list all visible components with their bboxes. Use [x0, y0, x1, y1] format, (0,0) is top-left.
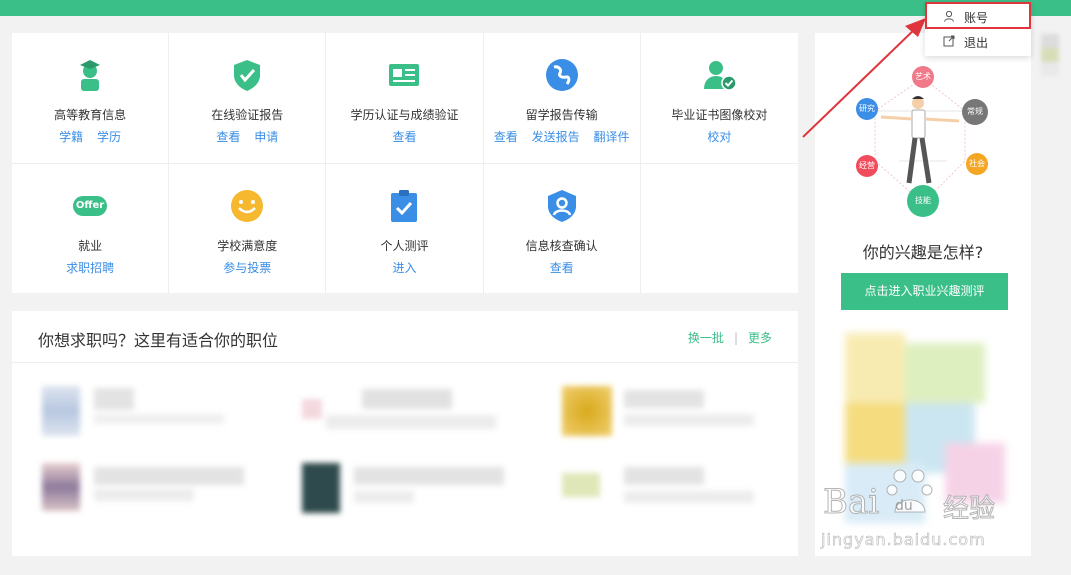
- watermark-url: jingyan.baidu.com: [821, 530, 986, 550]
- services-row-2: Offer 就业 求职招聘 学校满意度 参与投票 个人测评 进入 信息核查确认 …: [12, 163, 798, 294]
- label-art: 艺术: [915, 72, 931, 81]
- more-jobs-link[interactable]: 更多: [748, 331, 772, 345]
- divider: [12, 362, 798, 363]
- job-card-blurred[interactable]: [42, 463, 257, 515]
- service-title: 在线验证报告: [211, 108, 284, 122]
- service-higher-education: 高等教育信息 学籍 学历: [12, 33, 170, 163]
- id-card-icon: [389, 64, 420, 86]
- highlight-box: [925, 2, 1031, 29]
- shield-user-icon: [547, 190, 576, 222]
- menu-item-logout[interactable]: 退出: [925, 29, 1031, 53]
- link-view-report[interactable]: 查看: [216, 130, 240, 144]
- service-title: 学历认证与成绩验证: [350, 108, 459, 122]
- link-send-report[interactable]: 发送报告: [532, 130, 580, 144]
- smiley-icon: [231, 190, 264, 222]
- label-skill: 技能: [915, 196, 931, 205]
- service-employment: Offer 就业 求职招聘: [12, 164, 170, 294]
- job-card-blurred[interactable]: [562, 386, 762, 441]
- menu-item-logout-label: 退出: [964, 36, 989, 50]
- career-interest-test-button[interactable]: 点击进入职业兴趣测评: [841, 273, 1008, 310]
- link-view-abroad[interactable]: 查看: [494, 130, 518, 144]
- service-title: 信息核查确认: [525, 239, 598, 253]
- services-row-1: 高等教育信息 学籍 学历 在线验证报告 查看 申请 学历认证与成绩验证 查看 留…: [12, 33, 798, 163]
- link-student-status[interactable]: 学籍: [59, 130, 83, 144]
- link-translation[interactable]: 翻译件: [593, 130, 629, 144]
- job-card-blurred[interactable]: [302, 389, 502, 439]
- service-personal-assessment: 个人测评 进入: [326, 164, 484, 294]
- service-study-abroad-transfer: 留学报告传输 查看 发送报告 翻译件: [484, 33, 641, 163]
- service-online-report: 在线验证报告 查看 申请: [169, 33, 327, 163]
- separator: |: [733, 331, 738, 345]
- link-view-verification[interactable]: 查看: [392, 130, 416, 144]
- link-proofread[interactable]: 校对: [707, 130, 731, 144]
- label-management: 经营: [859, 161, 875, 170]
- refresh-jobs-link[interactable]: 换一批: [688, 331, 724, 345]
- watermark-brand-du: du: [895, 498, 913, 514]
- user-check-icon: [704, 61, 738, 91]
- link-enter-assessment[interactable]: 进入: [392, 261, 416, 275]
- graduate-icon: [80, 60, 101, 91]
- services-grid: 高等教育信息 学籍 学历 在线验证报告 查看 申请 学历认证与成绩验证 查看 留…: [12, 33, 798, 294]
- service-title: 学校满意度: [217, 239, 278, 253]
- job-card-blurred[interactable]: [42, 386, 232, 441]
- service-title: 留学报告传输: [525, 108, 598, 122]
- label-social: 社会: [969, 159, 985, 168]
- link-view-verify[interactable]: 查看: [550, 261, 574, 275]
- job-card-blurred[interactable]: [562, 463, 762, 515]
- service-diploma-image-check: 毕业证书图像校对 校对: [641, 33, 798, 163]
- link-vote[interactable]: 参与投票: [223, 261, 271, 275]
- label-research: 研究: [859, 104, 875, 113]
- service-title: 就业: [78, 239, 103, 253]
- globe-icon: [545, 59, 578, 91]
- service-title: 高等教育信息: [54, 108, 127, 122]
- shield-check-icon: [234, 60, 261, 91]
- watermark-cn: 经验: [942, 494, 996, 525]
- service-title: 个人测评: [380, 239, 429, 253]
- top-bar: [0, 0, 1071, 16]
- watermark-brand: Bai: [822, 482, 880, 523]
- logout-icon: [943, 35, 955, 47]
- page-edge-fragment: [1041, 34, 1059, 100]
- link-job-search[interactable]: 求职招聘: [66, 261, 114, 275]
- jobs-panel: 你想求职吗？这里有适合你的职位 换一批 | 更多: [12, 311, 798, 556]
- empty-cell: [641, 164, 798, 294]
- clipboard-check-icon: [391, 190, 418, 222]
- label-routine: 常规: [967, 107, 983, 116]
- interest-question: 你的兴趣是怎样?: [862, 243, 984, 262]
- service-school-satisfaction: 学校满意度 参与投票: [169, 164, 327, 294]
- link-degree[interactable]: 学历: [97, 130, 121, 144]
- service-degree-verification: 学历认证与成绩验证 查看: [326, 33, 484, 163]
- link-apply-report[interactable]: 申请: [254, 130, 278, 144]
- job-card-blurred[interactable]: [302, 463, 512, 518]
- service-info-verification: 信息核查确认 查看: [484, 164, 641, 294]
- service-title: 毕业证书图像校对: [671, 108, 768, 122]
- jobs-heading: 你想求职吗？这里有适合你的职位: [38, 331, 279, 350]
- offer-badge-label: Offer: [75, 200, 105, 211]
- baidu-jingyan-watermark: Bai du 经验 jingyan.baidu.com: [815, 460, 1025, 560]
